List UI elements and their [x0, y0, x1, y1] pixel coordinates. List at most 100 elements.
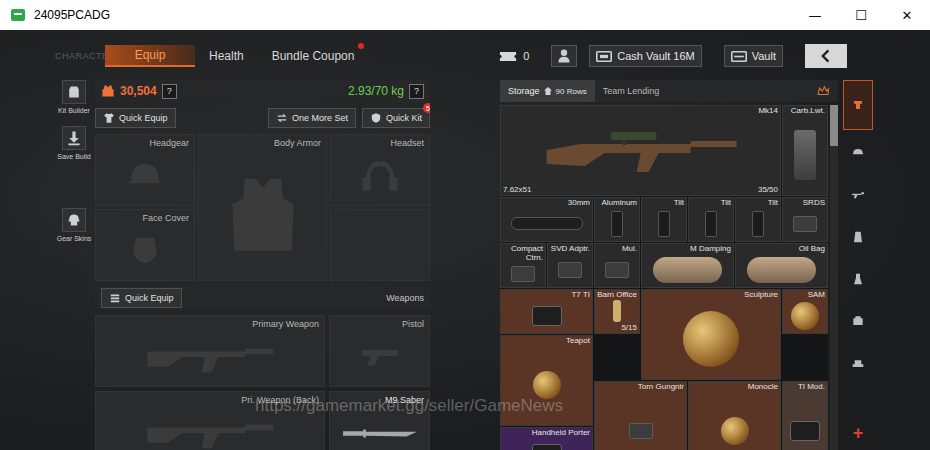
item-shape	[532, 306, 562, 326]
gear-slot[interactable]: Headgear	[95, 134, 195, 206]
sidebar-item[interactable]: Gear Skins	[55, 208, 93, 242]
weapon-slot[interactable]: M9 Saber	[329, 391, 430, 450]
item-name: Compact Ctrn.	[503, 245, 543, 263]
storage-tab[interactable]: Storage90 Rows	[500, 80, 595, 102]
storage-item[interactable]: Tilt	[688, 197, 734, 242]
storage-item[interactable]: Sculpture	[641, 289, 781, 380]
storage-item[interactable]: Oil Bag	[735, 243, 828, 288]
scroll-thumb[interactable]	[830, 105, 838, 146]
storage-item[interactable]: TI Mod.	[782, 381, 828, 450]
slot-label: Pistol	[335, 319, 424, 330]
storage-item[interactable]: Aluminum	[594, 197, 640, 242]
sort-icon[interactable]	[816, 84, 830, 98]
profile-button[interactable]	[551, 45, 577, 67]
back-button[interactable]	[805, 44, 847, 68]
ticket-icon	[499, 51, 517, 62]
item-count: 5/15	[621, 323, 637, 332]
cash-vault-button[interactable]: Cash Vault 16M	[589, 45, 701, 67]
quick-equip-button[interactable]: Quick Equip	[95, 108, 176, 128]
weapon-slot[interactable]: Pri. Weapon (Back)	[95, 391, 325, 450]
shield-icon	[370, 112, 382, 124]
storage-item[interactable]: M Damping	[641, 243, 734, 288]
storage-panel: Storage90 Rows Team Lending Mk147.62x5135/…	[500, 80, 838, 450]
shirt-icon	[103, 112, 115, 124]
storage-item[interactable]: Tilt	[641, 197, 687, 242]
help-button[interactable]: ?	[409, 84, 424, 99]
window-control[interactable]: ✕	[884, 0, 930, 30]
gear-slot[interactable]	[330, 209, 430, 281]
gear-slot[interactable]: Body Armor	[198, 134, 327, 281]
item-name: Tilt	[691, 199, 731, 208]
storage-item[interactable]: Mk147.62x5135/50	[500, 105, 781, 196]
ticket-counter: 0	[499, 50, 529, 62]
category-icon	[850, 145, 866, 161]
storage-item[interactable]: Mul.	[594, 243, 640, 288]
item-art	[597, 392, 684, 450]
item-footer: 7.62x5135/50	[503, 185, 778, 194]
item-name: Mul.	[597, 245, 637, 254]
storage-item[interactable]: Tilt	[735, 197, 781, 242]
category-button[interactable]	[843, 302, 873, 340]
storage-item[interactable]: SVD Adptr.	[547, 243, 593, 288]
storage-body: Mk147.62x5135/50Carb.Lwt.30mmAluminumTil…	[500, 105, 838, 450]
storage-tab-label: Team Lending	[603, 86, 660, 96]
category-button[interactable]	[843, 80, 873, 130]
nav-tab[interactable]: Health	[195, 45, 258, 67]
help-button[interactable]: ?	[162, 84, 177, 99]
item-art	[691, 208, 731, 240]
weapons-quick-equip-button[interactable]: Quick Equip	[101, 288, 182, 308]
sidebar-item[interactable]: Kit Builder	[55, 80, 93, 114]
nav-tab[interactable]: Bundle Coupon	[258, 45, 369, 67]
storage-item[interactable]: Monocle	[688, 381, 781, 450]
sidebar-item[interactable]: Save Build	[55, 126, 93, 160]
slot-label: Face Cover	[101, 213, 189, 224]
slot-label: Headset	[336, 138, 424, 149]
storage-tab[interactable]: Team Lending	[595, 80, 668, 102]
one-more-set-button[interactable]: One More Set	[268, 108, 356, 128]
window-control[interactable]: —	[792, 0, 838, 30]
category-button[interactable]	[843, 344, 873, 382]
window-control[interactable]: ☐	[838, 0, 884, 30]
item-art	[785, 300, 825, 332]
item-name: Barn Office	[597, 291, 637, 300]
gear-slot[interactable]: Headset	[330, 134, 430, 206]
nav-tab[interactable]: Equip	[105, 45, 195, 67]
ticket-count: 0	[523, 50, 529, 62]
slot-art	[336, 149, 424, 202]
quick-kit-button[interactable]: Quick Kit5	[362, 108, 430, 128]
person-icon	[556, 48, 572, 64]
storage-item[interactable]: SRDS	[782, 197, 828, 242]
storage-item[interactable]: 30mm	[500, 197, 593, 242]
loadout-actions: Quick Equip One More Set Quick Kit5	[95, 108, 430, 128]
storage-item[interactable]: Barn Office 5/15	[594, 289, 640, 334]
storage-item[interactable]: Teapot	[500, 335, 593, 426]
storage-item[interactable]: T7 TI	[500, 289, 593, 334]
storage-item[interactable]: Compact Ctrn.	[500, 243, 546, 288]
window-controls: —☐✕	[792, 0, 930, 30]
category-icon	[850, 355, 866, 371]
category-button[interactable]	[843, 218, 873, 256]
game-area: CHARACTEREquipHealthBundle Coupon0Cash V…	[0, 30, 930, 450]
quick-equip-label: Quick Equip	[119, 113, 168, 123]
gear-grid: HeadgearBody Armor Headset Face Cover	[95, 134, 430, 281]
storage-item[interactable]: Torn Gungnir	[594, 381, 687, 450]
gear-slot[interactable]: Face Cover	[95, 209, 195, 281]
vault-label: Vault	[752, 50, 776, 62]
storage-item[interactable]: SAM	[782, 289, 828, 334]
storage-item[interactable]: Handheld Porter	[500, 427, 593, 450]
item-art	[738, 254, 825, 286]
category-button[interactable]	[843, 134, 873, 172]
main-body: Kit BuilderSave BuildGear Skins30,504?2.…	[0, 78, 930, 450]
item-caliber: 7.62x51	[503, 185, 531, 194]
vault-button[interactable]: Vault	[724, 45, 783, 67]
item-name: TI Mod.	[785, 383, 825, 392]
storage-item[interactable]: Carb.Lwt.	[782, 105, 828, 196]
category-button[interactable]	[843, 176, 873, 214]
category-button[interactable]	[843, 260, 873, 298]
weapon-slot[interactable]: Pistol	[329, 315, 430, 387]
add-button[interactable]: +	[853, 424, 864, 442]
item-name: Monocle	[691, 383, 778, 392]
weapon-slot[interactable]: Primary Weapon	[95, 315, 325, 387]
scrollbar[interactable]	[830, 105, 838, 450]
item-name: SAM	[785, 291, 825, 300]
